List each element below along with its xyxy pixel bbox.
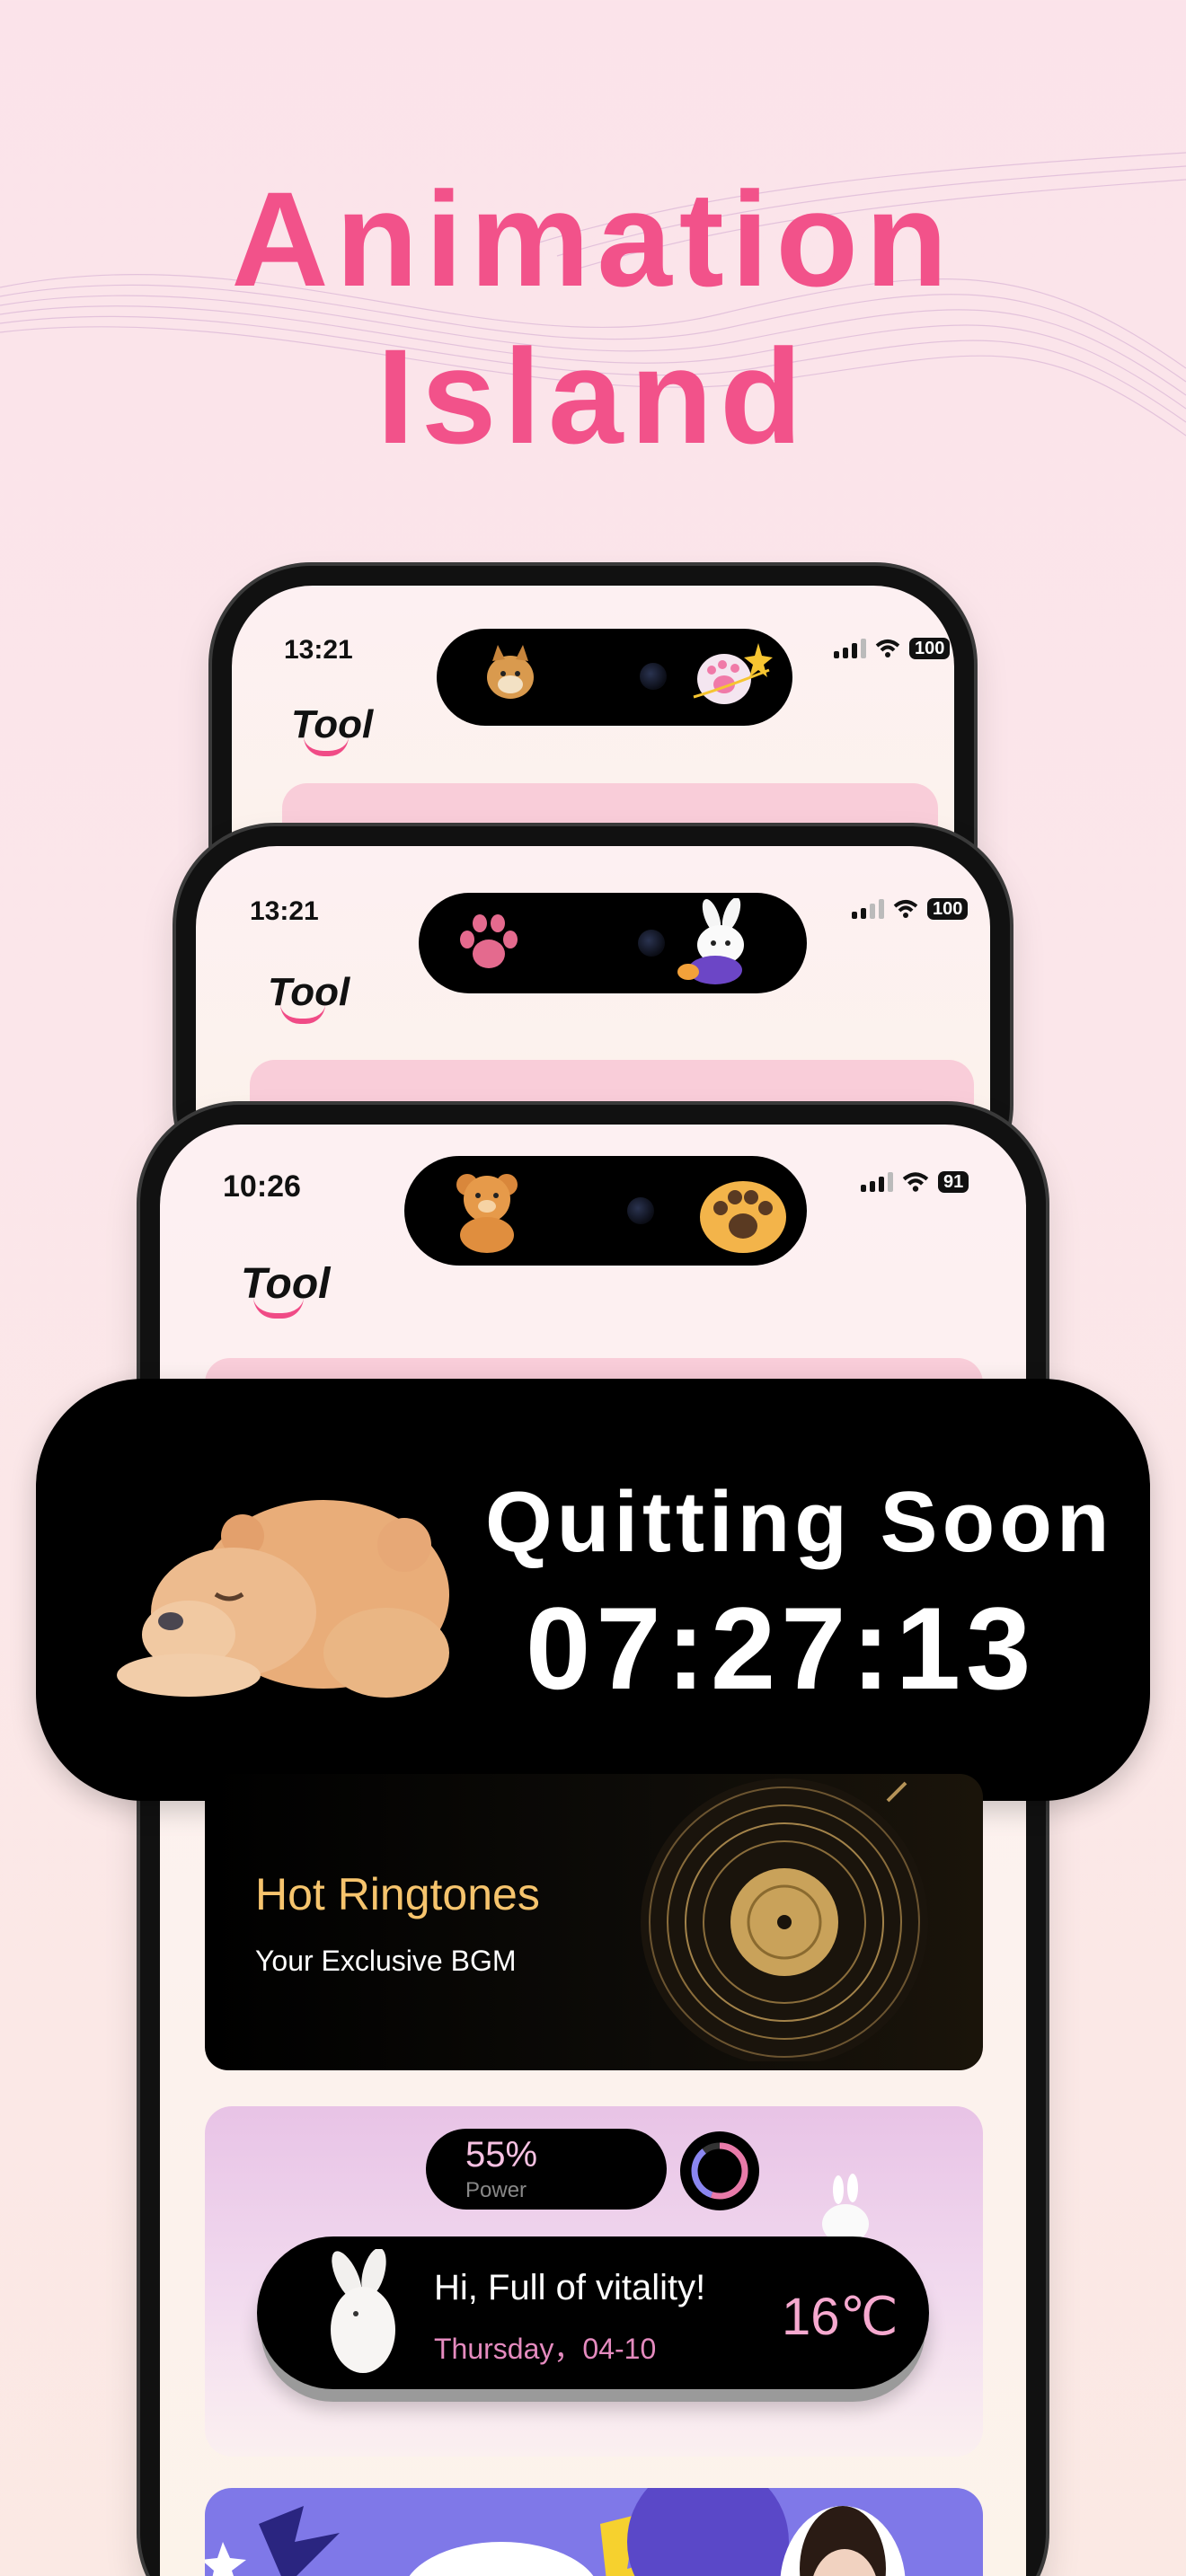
ringtones-title: Hot Ringtones xyxy=(255,1869,540,1919)
battery-indicator: 100 xyxy=(927,898,969,920)
temperature: 16℃ xyxy=(782,2288,898,2346)
logo-smile xyxy=(304,737,349,756)
wifi-icon xyxy=(893,900,918,918)
countdown-timer: 07:27:13 xyxy=(526,1583,1037,1714)
power-label: Power xyxy=(465,2178,527,2202)
paw-icon xyxy=(460,914,518,968)
status-indicators: 100 xyxy=(834,638,951,659)
dynamic-island xyxy=(437,629,792,726)
cat-icon xyxy=(487,645,534,699)
logo-smile xyxy=(253,1297,304,1319)
rabbit-mascot-icon xyxy=(331,2249,395,2373)
battery-indicator: 91 xyxy=(938,1171,969,1193)
greeting-date: Thursday，04-10 xyxy=(434,2333,657,2365)
headline-line-1: Animation xyxy=(231,163,955,314)
status-time: 10:26 xyxy=(223,1169,301,1204)
dynamic-island xyxy=(404,1156,807,1266)
battery-indicator: 100 xyxy=(909,638,951,659)
status-time: 13:21 xyxy=(250,896,319,926)
paw-planet-icon xyxy=(693,643,773,704)
status-indicators: 91 xyxy=(861,1171,969,1193)
paw-orange-icon xyxy=(700,1181,786,1253)
power-pill xyxy=(426,2129,667,2210)
banner-title: Quitting Soon xyxy=(485,1474,1114,1570)
bunny-icon xyxy=(822,2174,869,2244)
vinyl-record-icon xyxy=(641,1778,928,2061)
dynamic-island xyxy=(419,893,807,993)
card-artwork xyxy=(205,2488,906,2576)
themed-card[interactable] xyxy=(205,2488,983,2576)
status-time: 13:21 xyxy=(284,635,353,665)
signal-icon xyxy=(834,639,866,658)
ringtones-subtitle: Your Exclusive BGM xyxy=(255,1945,517,1977)
signal-icon xyxy=(861,1172,893,1192)
headline-line-2: Island xyxy=(376,321,810,472)
front-camera xyxy=(640,663,667,690)
front-camera xyxy=(627,1197,654,1224)
signal-icon xyxy=(852,899,884,919)
bear-icon xyxy=(456,1174,518,1253)
rabbit-icon xyxy=(677,898,744,984)
live-activity-banner: Quitting Soon 07:27:13 xyxy=(36,1379,1150,1801)
greeting-text: Hi, Full of vitality! xyxy=(434,2268,706,2307)
wifi-icon xyxy=(875,640,900,657)
power-percent: 55% xyxy=(465,2135,538,2175)
power-ring-icon xyxy=(680,2131,759,2210)
logo-smile xyxy=(280,1004,325,1024)
sleeping-bear-icon xyxy=(117,1500,449,1698)
hot-ringtones-card[interactable]: Hot Ringtones Your Exclusive BGM xyxy=(205,1774,983,2070)
status-indicators: 100 xyxy=(852,898,969,920)
wifi-icon xyxy=(902,1172,929,1192)
